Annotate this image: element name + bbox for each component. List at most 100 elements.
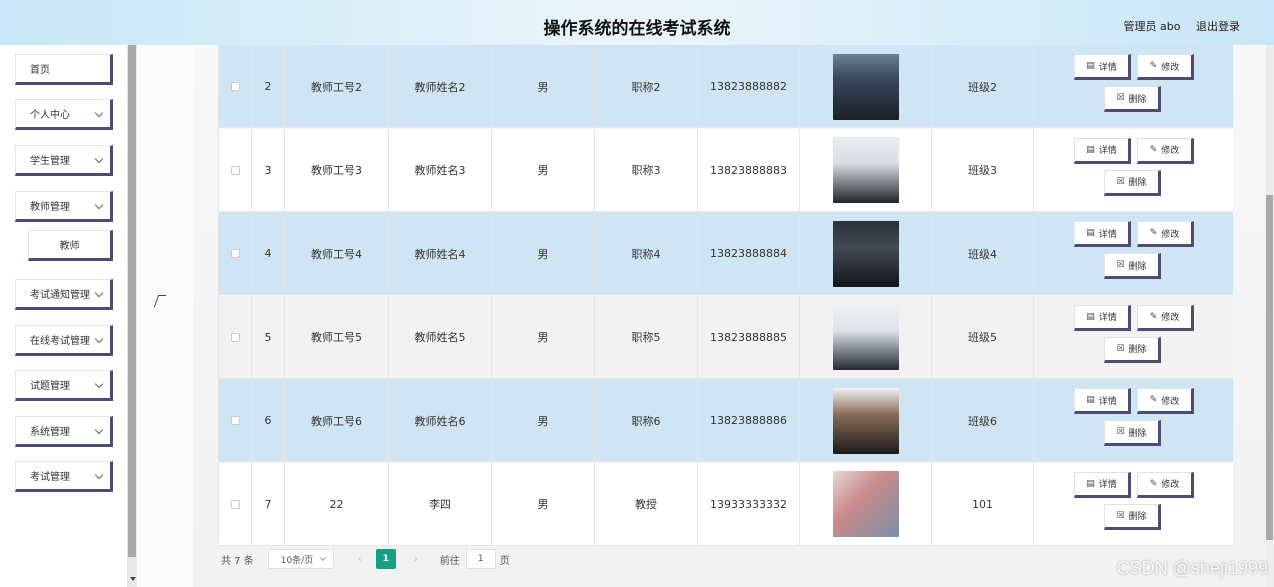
goto-page-input[interactable] [465,549,496,569]
cell-phone: 13823888882 [698,45,800,128]
sidebar-item-system-management[interactable]: 系统管理 [15,416,113,447]
table-row: 4 教师工号4 教师姓名4 男职称4 13823888884 班级4 ▤ 详情 ✎ 修改 ☒ 删除 [219,212,1233,295]
teacher-photo [832,387,899,454]
detail-button[interactable]: ▤ 详情 [1074,471,1131,498]
sidebar-item-exam-management[interactable]: 考试管理 [15,461,113,492]
cell-class: 班级5 [932,295,1034,379]
sidebar-item-label: 考试管理 [30,472,70,483]
cell-name: 教师姓名5 [389,295,492,379]
document-icon: ▤ [1086,311,1095,322]
cell-gender: 男 [492,45,595,128]
pencil-icon: ✎ [1149,311,1158,322]
scroll-down-arrow-icon[interactable] [130,577,136,581]
select-cell [219,295,252,379]
sidebar-item-label: 考试通知管理 [30,290,90,301]
prev-page-button[interactable]: ‹ [350,549,370,569]
sidebar-item-home[interactable]: 首页 [15,54,113,85]
row-checkbox[interactable] [230,332,240,342]
sidebar-item-student-management[interactable]: 学生管理 [15,145,113,176]
detail-button-label: 详情 [1098,146,1117,156]
sidebar-item-personal-center[interactable]: 个人中心 [15,99,113,130]
sidebar-item-question-management[interactable]: 试题管理 [15,370,113,401]
cell-class: 班级2 [932,45,1034,128]
page-size-select[interactable]: 10条/页 [267,549,334,569]
next-page-button[interactable]: › [406,549,426,569]
edit-button-label: 修改 [1161,62,1180,73]
edit-button[interactable]: ✎ 修改 [1137,304,1194,331]
edit-button[interactable]: ✎ 修改 [1137,471,1194,498]
select-cell [219,379,252,462]
sidebar-item-online-exam-management[interactable]: 在线考试管理 [15,325,113,356]
chevron-down-icon [94,288,104,298]
row-checkbox[interactable] [230,165,240,175]
teacher-table: 2 教师工号2 教师姓名2 男职称2 13823888882 班级2 ▤ 详情 ✎ 修改 ☒ 删除 3 教… [218,45,1233,546]
edit-button-label: 修改 [1161,480,1180,490]
cell-gender: 男 [492,379,595,462]
edit-button[interactable]: ✎ 修改 [1137,137,1194,164]
edit-button[interactable]: ✎ 修改 [1137,388,1194,414]
pencil-icon: ✎ [1149,478,1158,489]
actions-cell: ▤ 详情 ✎ 修改 ☒ 删除 [1034,45,1233,128]
delete-button[interactable]: ☒ 删除 [1104,253,1161,279]
actions-cell: ▤ 详情 ✎ 修改 ☒ 删除 [1034,212,1233,295]
sidebar-scrollbar-thumb[interactable] [128,45,136,557]
detail-button[interactable]: ▤ 详情 [1074,137,1131,164]
edit-button[interactable]: ✎ 修改 [1137,221,1194,247]
teacher-photo [832,220,899,287]
document-icon: ▤ [1086,478,1095,489]
detail-button[interactable]: ▤ 详情 [1074,304,1131,331]
actions-cell: ▤ 详情 ✎ 修改 ☒ 删除 [1034,463,1233,546]
main-scrollbar-thumb[interactable] [1266,195,1273,540]
cell-teacher-id: 教师工号3 [285,128,389,212]
detail-button-label: 详情 [1098,396,1117,407]
row-checkbox[interactable] [230,249,240,258]
row-checkbox[interactable] [230,82,240,91]
teacher-photo [832,137,899,203]
row-checkbox[interactable] [230,416,240,425]
cell-title: 职称5 [595,295,698,379]
detail-button[interactable]: ▤ 详情 [1074,221,1131,247]
delete-button[interactable]: ☒ 删除 [1104,169,1161,196]
detail-button[interactable]: ▤ 详情 [1074,54,1131,80]
cell-name: 教师姓名2 [389,45,492,128]
detail-button[interactable]: ▤ 详情 [1074,388,1131,414]
delete-button[interactable]: ☒ 删除 [1104,336,1161,363]
page-size-value: 10条/页 [280,555,314,566]
pencil-icon: ✎ [1149,61,1158,71]
cell-title: 职称6 [595,379,698,462]
row-checkbox[interactable] [230,499,240,509]
delete-button[interactable]: ☒ 删除 [1104,86,1161,112]
trash-icon: ☒ [1116,427,1125,437]
page-number-current[interactable]: 1 [375,549,396,569]
cell-class: 班级6 [932,379,1034,462]
photo-cell [800,128,932,212]
cell-class: 班级3 [932,128,1034,212]
cell-name: 李四 [389,462,492,546]
cell-index: 6 [252,379,285,462]
cell-teacher-id: 22 [285,462,389,546]
document-icon: ▤ [1086,395,1095,405]
sidebar-subitem-teacher[interactable]: 教师 [28,230,113,261]
edit-button-label: 修改 [1161,313,1180,323]
edit-button[interactable]: ✎ 修改 [1137,54,1194,80]
chevron-down-icon [94,379,104,389]
delete-button-label: 删除 [1128,428,1147,439]
photo-cell [800,212,932,295]
sidebar-item-exam-notice-management[interactable]: 考试通知管理 [15,279,113,310]
table-row: 6 教师工号6 教师姓名6 男职称6 13823888886 班级6 ▤ 详情 ✎ 修改 ☒ 删除 [219,379,1233,462]
sidebar-item-label: 教师 [59,241,80,252]
trash-icon: ☒ [1116,260,1125,270]
delete-button[interactable]: ☒ 删除 [1104,503,1161,530]
logout-link[interactable]: 退出登录 [1196,20,1240,33]
delete-button[interactable]: ☒ 删除 [1104,420,1161,446]
pagination-total: 共 7 条 [221,555,254,567]
select-cell [219,128,252,212]
sidebar-item-label: 教师管理 [30,202,70,213]
pencil-icon: ✎ [1149,395,1158,405]
table-row: 5 教师工号5 教师姓名5 男职称5 13823888885 班级5 ▤ 详情 ✎ 修改 ☒ 删除 [219,295,1233,379]
cell-gender: 男 [492,128,595,212]
sidebar-item-teacher-management[interactable]: 教师管理 [15,191,113,222]
cell-name: 教师姓名6 [389,379,492,462]
teacher-photo [832,471,899,537]
top-bar: 操作系统的在线考试系统 管理员 abo 退出登录 [0,0,1274,45]
